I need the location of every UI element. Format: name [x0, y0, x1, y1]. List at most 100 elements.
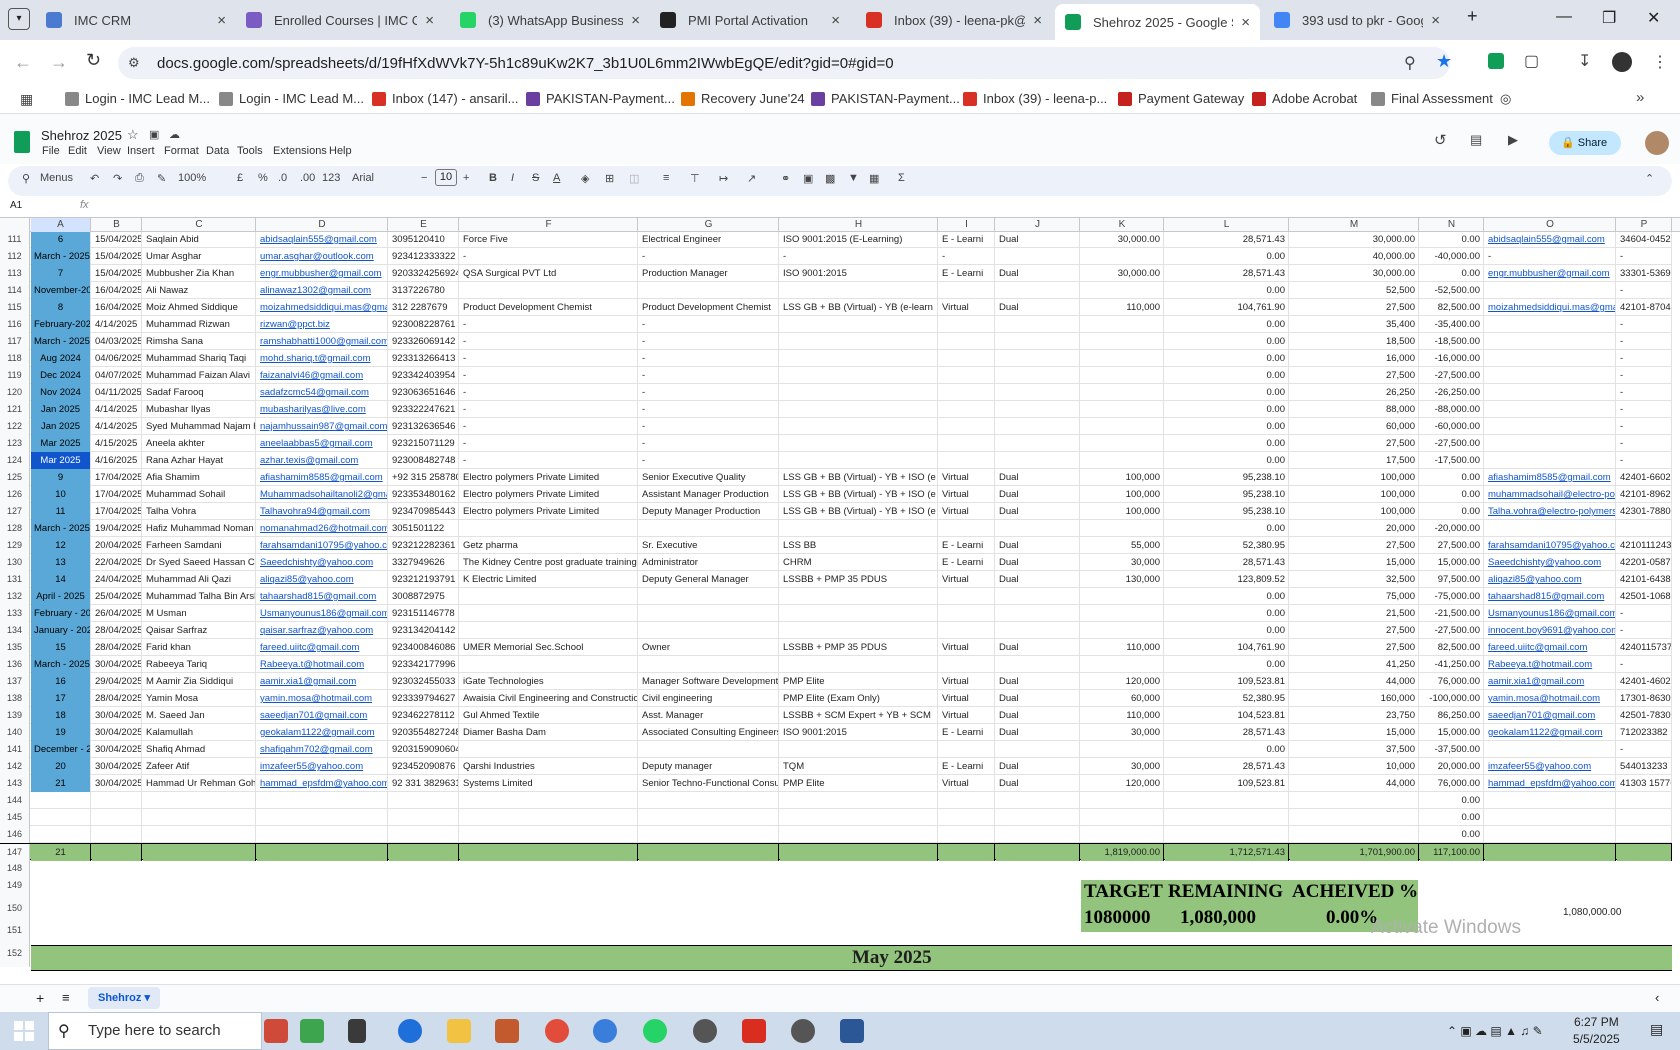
table-cell[interactable]: UMER Memorial Sec.School	[460, 639, 638, 656]
table-cell[interactable]: 160,000	[1290, 690, 1419, 707]
table-cell[interactable]: E - Learni	[939, 724, 995, 741]
table-cell[interactable]: 0.00	[1165, 333, 1289, 350]
table-cell[interactable]: 4/15/2025	[92, 435, 142, 452]
table-row[interactable]: 139 18 30/04/2025 M. Saeed Jan saeedjan701@g…	[0, 707, 1672, 724]
table-cell[interactable]: 24/04/2025	[92, 571, 142, 588]
table-cell[interactable]: farahsamdani10795@yahoo.co	[257, 537, 388, 554]
row-number[interactable]: 152	[0, 939, 30, 967]
table-cell[interactable]: -	[460, 418, 638, 435]
history-icon[interactable]: ↺	[1434, 131, 1447, 149]
table-row[interactable]: 134January - 202528/04/2025Qaisar Sarfra…	[0, 622, 1672, 639]
table-cell[interactable]: March - 2025	[31, 248, 91, 265]
table-cell[interactable]: 104,761.90	[1165, 639, 1289, 656]
table-cell[interactable]: 30/04/2025	[92, 707, 142, 724]
bookmark-extra-icon[interactable]: ◎	[1500, 91, 1511, 107]
table-cell[interactable]: 30/04/2025	[92, 724, 142, 741]
table-cell[interactable]: 0.00	[1165, 384, 1289, 401]
paint-format-icon[interactable]: ✎	[157, 172, 166, 185]
table-cell[interactable]	[460, 605, 638, 622]
table-cell[interactable]: 60,000	[1290, 418, 1419, 435]
tab-search-icon[interactable]: ▾	[8, 8, 30, 30]
total-cell[interactable]	[639, 844, 779, 861]
table-cell[interactable]: 923326069142	[389, 333, 459, 350]
table-cell[interactable]: 14	[31, 571, 91, 588]
table-cell[interactable]: 32,500	[1290, 571, 1419, 588]
table-cell[interactable]: 60,000	[1081, 690, 1164, 707]
table-cell[interactable]: M Aamir Zia Siddiqui	[143, 673, 256, 690]
table-cell[interactable]: abidsaqlain555@gmail.com	[257, 232, 388, 248]
row-number[interactable]: 132	[0, 588, 30, 605]
table-cell[interactable]: 8	[31, 299, 91, 316]
table-cell[interactable]	[460, 588, 638, 605]
table-cell[interactable]: December - 2024	[31, 741, 91, 758]
table-cell[interactable]: yamin.mosa@hotmail.com	[257, 690, 388, 707]
row-number[interactable]: 135	[0, 639, 30, 656]
table-cell[interactable]	[92, 809, 142, 826]
table-cell[interactable]	[1485, 826, 1616, 843]
table-cell[interactable]	[1081, 435, 1164, 452]
more-menu-icon[interactable]: ⋮	[1652, 52, 1668, 72]
table-cell[interactable]: K Electric Limited	[460, 571, 638, 588]
table-cell[interactable]: 82,500.00	[1420, 639, 1484, 656]
table-cell[interactable]: -	[639, 435, 779, 452]
table-cell[interactable]	[639, 741, 779, 758]
table-cell[interactable]	[1617, 826, 1672, 843]
column-header-a[interactable]: A	[31, 218, 91, 232]
explore-icon[interactable]: ‹	[1655, 990, 1659, 1005]
menu-view[interactable]: View	[97, 145, 121, 157]
table-cell[interactable]: -	[780, 248, 938, 265]
table-row[interactable]: 130 13 22/04/2025 Dr Syed Saeed Hassan Chi S…	[0, 554, 1672, 571]
menu-data[interactable]: Data	[206, 145, 229, 157]
table-cell[interactable]: -	[639, 384, 779, 401]
table-cell[interactable]: alinawaz1302@gmail.com	[257, 282, 388, 299]
notifications-icon[interactable]: ▤	[1650, 1021, 1663, 1038]
table-cell[interactable]: Talha Vohra	[143, 503, 256, 520]
table-cell[interactable]: -	[460, 384, 638, 401]
row-number[interactable]: 112	[0, 248, 30, 265]
table-cell[interactable]: aliqazi85@yahoo.com	[1485, 571, 1616, 588]
total-cell[interactable]	[996, 844, 1080, 861]
back-icon[interactable]: ←	[14, 52, 32, 73]
table-cell[interactable]	[939, 656, 995, 673]
table-cell[interactable]: 10	[31, 486, 91, 503]
table-cell[interactable]: 923470985443	[389, 503, 459, 520]
filter-icon[interactable]: ▼	[848, 172, 859, 184]
table-cell[interactable]: 100,000	[1290, 486, 1419, 503]
table-cell[interactable]: Usmanyounus186@gmail.com	[257, 605, 388, 622]
table-cell[interactable]: 42401157376	[1617, 639, 1672, 656]
total-cell[interactable]: 21	[31, 844, 91, 861]
currency-button[interactable]: £	[237, 172, 243, 184]
collapse-menus-icon[interactable]: ⌃	[1645, 172, 1654, 185]
table-cell[interactable]	[1485, 333, 1616, 350]
table-cell[interactable]: Rabeeya.t@hotmail.com	[1485, 656, 1616, 673]
table-cell[interactable]: 0.00	[1420, 792, 1484, 809]
table-cell[interactable]: Dual	[996, 265, 1080, 282]
table-cell[interactable]: -	[1617, 741, 1672, 758]
table-cell[interactable]: Mar 2025	[31, 435, 91, 452]
table-cell[interactable]	[780, 588, 938, 605]
table-cell[interactable]: 26,250	[1290, 384, 1419, 401]
table-cell[interactable]: 92 331 3829631	[389, 775, 459, 792]
table-cell[interactable]: rizwan@ppct.biz	[257, 316, 388, 333]
table-cell[interactable]: 100,000	[1290, 469, 1419, 486]
table-cell[interactable]	[1485, 792, 1616, 809]
tab-close-icon[interactable]: ×	[425, 12, 434, 29]
font-size-input[interactable]: 10	[435, 169, 457, 186]
table-cell[interactable]: 109,523.81	[1165, 775, 1289, 792]
sheets-logo-icon[interactable]	[14, 131, 30, 153]
table-cell[interactable]: E - Learni	[939, 265, 995, 282]
menu-edit[interactable]: Edit	[68, 145, 87, 157]
table-cell[interactable]: -	[460, 350, 638, 367]
table-cell[interactable]: najamhussain987@gmail.com	[257, 418, 388, 435]
table-cell[interactable]	[1081, 656, 1164, 673]
table-cell[interactable]: 30,000	[1081, 724, 1164, 741]
table-cell[interactable]: 16/04/2025	[92, 282, 142, 299]
table-cell[interactable]: -	[460, 316, 638, 333]
table-cell[interactable]: hammad_epsfdm@yahoo.com	[257, 775, 388, 792]
row-number[interactable]: 140	[0, 724, 30, 741]
table-cell[interactable]	[939, 333, 995, 350]
column-header-o[interactable]: O	[1485, 218, 1616, 232]
total-cell[interactable]	[780, 844, 938, 861]
table-cell[interactable]: 13	[31, 554, 91, 571]
column-header-i[interactable]: I	[939, 218, 995, 232]
